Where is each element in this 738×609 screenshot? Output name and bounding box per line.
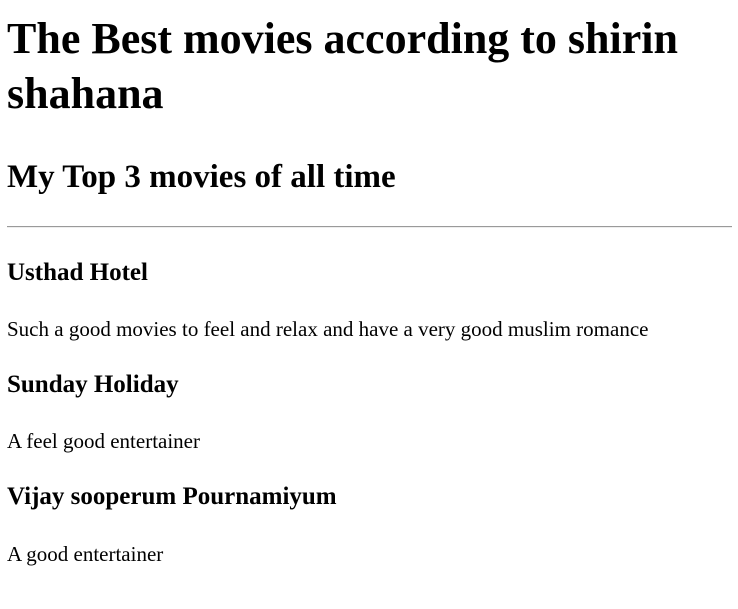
- page-title: The Best movies according to shirin shah…: [7, 14, 678, 118]
- movie-title: Usthad Hotel: [7, 259, 148, 286]
- page-content: The Best movies according to shirin shah…: [0, 11, 738, 567]
- page-subtitle: My Top 3 movies of all time: [7, 159, 396, 195]
- movie-description: A good entertainer: [7, 542, 164, 566]
- divider: [7, 226, 732, 228]
- movie-title: Sunday Holiday: [7, 371, 179, 398]
- movie-title: Vijay sooperum Pournamiyum: [7, 483, 337, 510]
- movie-description: Such a good movies to feel and relax and…: [7, 317, 649, 341]
- movie-description: A feel good entertainer: [7, 429, 200, 453]
